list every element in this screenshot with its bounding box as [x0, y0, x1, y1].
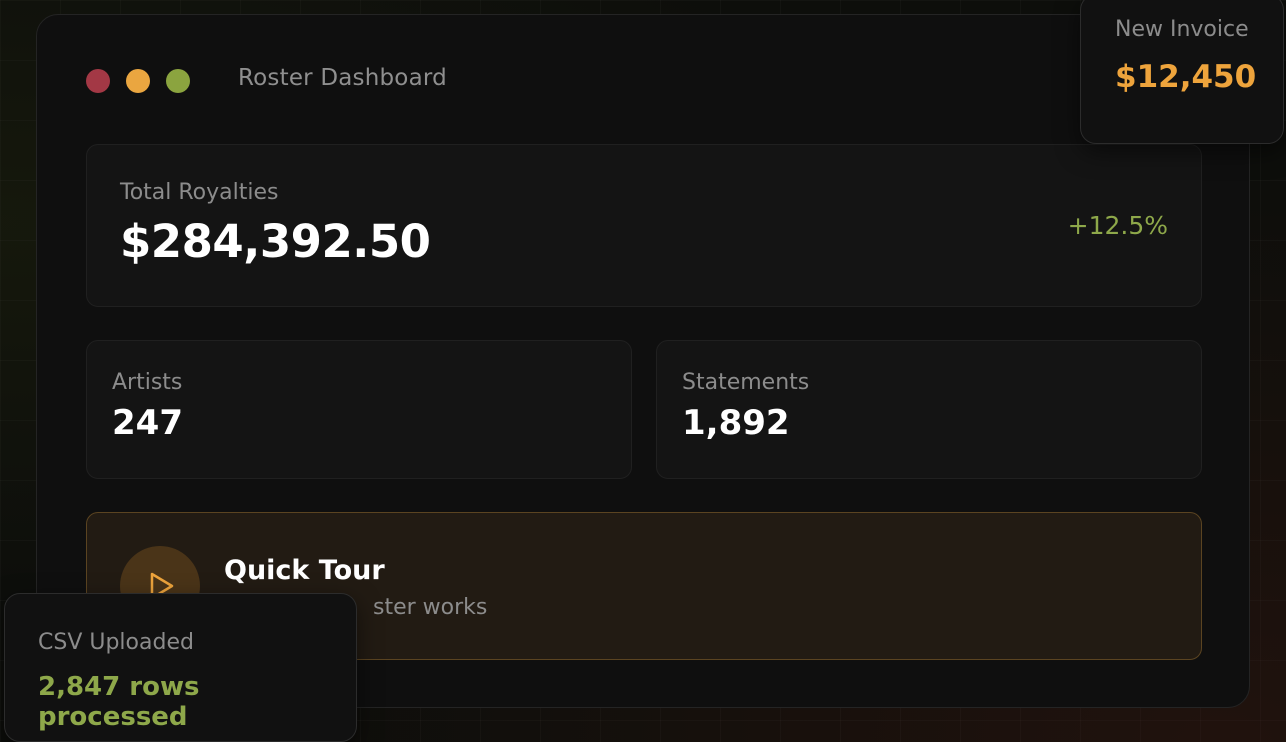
total-royalties-value: $284,392.50 [120, 215, 431, 268]
csv-uploaded-toast[interactable]: CSV Uploaded 2,847 rows processed [4, 593, 357, 742]
statements-value: 1,892 [682, 403, 790, 443]
window-close-button[interactable] [86, 69, 110, 93]
total-royalties-label: Total Royalties [120, 180, 279, 205]
total-royalties-card: Total Royalties $284,392.50 +12.5% [86, 144, 1202, 307]
quick-tour-title: Quick Tour [224, 555, 385, 586]
new-invoice-label: New Invoice [1115, 17, 1249, 42]
window-minimize-button[interactable] [126, 69, 150, 93]
statements-label: Statements [682, 370, 810, 395]
csv-rows-processed: 2,847 rows processed [38, 672, 200, 732]
artists-value: 247 [112, 403, 183, 443]
artists-label: Artists [112, 370, 183, 395]
new-invoice-toast[interactable]: New Invoice $12,450 [1080, 0, 1284, 144]
royalties-change-badge: +12.5% [1067, 211, 1168, 240]
csv-uploaded-label: CSV Uploaded [38, 630, 194, 655]
artists-card: Artists 247 [86, 340, 632, 479]
window-maximize-button[interactable] [166, 69, 190, 93]
quick-tour-subtitle: ster works [373, 595, 488, 620]
statements-card: Statements 1,892 [656, 340, 1202, 479]
window-title: Roster Dashboard [238, 65, 447, 91]
new-invoice-amount: $12,450 [1115, 59, 1257, 95]
